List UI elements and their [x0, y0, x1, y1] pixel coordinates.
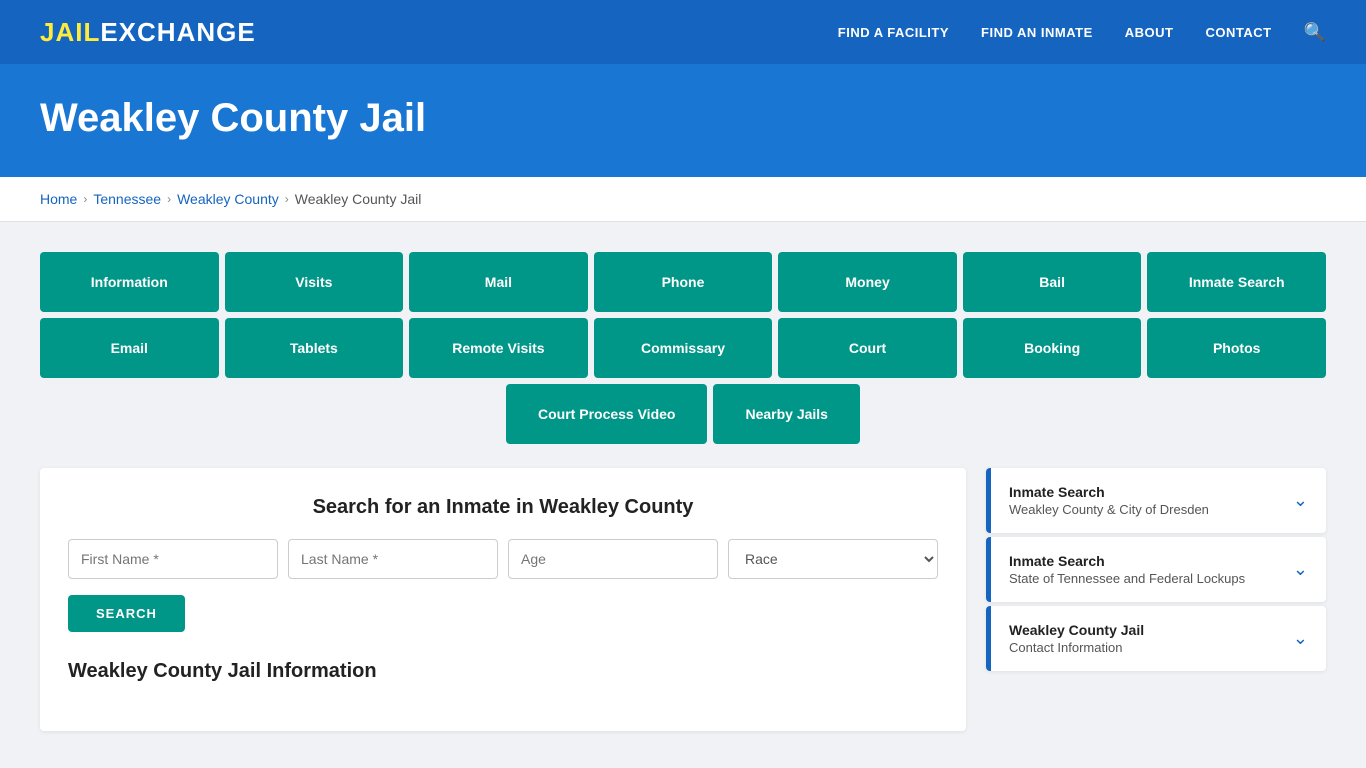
btn-remote-visits[interactable]: Remote Visits: [409, 318, 588, 378]
btn-visits[interactable]: Visits: [225, 252, 404, 312]
chevron-down-icon-1: ⌄: [1293, 559, 1308, 580]
age-input[interactable]: [508, 539, 718, 579]
inmate-search-button[interactable]: SEARCH: [68, 595, 185, 632]
inmate-search-title: Search for an Inmate in Weakley County: [68, 496, 938, 519]
header: JAILEXCHANGE FIND A FACILITY FIND AN INM…: [0, 0, 1366, 64]
btn-nearby-jails[interactable]: Nearby Jails: [713, 384, 860, 444]
page-title: Weakley County Jail: [40, 96, 1326, 141]
btn-tablets[interactable]: Tablets: [225, 318, 404, 378]
first-name-input[interactable]: [68, 539, 278, 579]
last-name-input[interactable]: [288, 539, 498, 579]
button-grid-row2: Email Tablets Remote Visits Commissary C…: [40, 318, 1326, 378]
btn-commissary[interactable]: Commissary: [594, 318, 773, 378]
content-layout: Search for an Inmate in Weakley County R…: [40, 468, 1326, 731]
sidebar-card-title-2: Weakley County Jail: [1009, 622, 1144, 638]
button-grid-row1: Information Visits Mail Phone Money Bail…: [40, 252, 1326, 312]
sidebar-card-title-1: Inmate Search: [1009, 553, 1245, 569]
btn-mail[interactable]: Mail: [409, 252, 588, 312]
sidebar-card-subtitle-0: Weakley County & City of Dresden: [1009, 502, 1209, 517]
sidebar-card-header-1[interactable]: Inmate Search State of Tennessee and Fed…: [986, 537, 1326, 602]
sidebar-card-subtitle-2: Contact Information: [1009, 640, 1144, 655]
btn-photos[interactable]: Photos: [1147, 318, 1326, 378]
breadcrumb: Home › Tennessee › Weakley County › Weak…: [0, 177, 1366, 222]
race-select[interactable]: Race White Black Hispanic Asian Other: [728, 539, 938, 579]
nav-about[interactable]: ABOUT: [1125, 25, 1174, 40]
btn-email[interactable]: Email: [40, 318, 219, 378]
breadcrumb-current: Weakley County Jail: [295, 191, 422, 207]
sidebar-card-header-0[interactable]: Inmate Search Weakley County & City of D…: [986, 468, 1326, 533]
main-nav: FIND A FACILITY FIND AN INMATE ABOUT CON…: [838, 22, 1326, 43]
logo-exchange: EXCHANGE: [100, 17, 255, 47]
left-panel: Search for an Inmate in Weakley County R…: [40, 468, 966, 731]
breadcrumb-sep-1: ›: [83, 192, 87, 206]
btn-bail[interactable]: Bail: [963, 252, 1142, 312]
chevron-down-icon-2: ⌄: [1293, 628, 1308, 649]
sidebar-card-header-2[interactable]: Weakley County Jail Contact Information …: [986, 606, 1326, 671]
btn-court[interactable]: Court: [778, 318, 957, 378]
search-icon-button[interactable]: 🔍: [1304, 22, 1326, 43]
main-content: Information Visits Mail Phone Money Bail…: [0, 222, 1366, 761]
sidebar-card-subtitle-1: State of Tennessee and Federal Lockups: [1009, 571, 1245, 586]
btn-booking[interactable]: Booking: [963, 318, 1142, 378]
inmate-search-form: Race White Black Hispanic Asian Other: [68, 539, 938, 579]
logo-jail: JAIL: [40, 17, 100, 47]
btn-information[interactable]: Information: [40, 252, 219, 312]
button-grid-row3: Court Process Video Nearby Jails: [40, 384, 1326, 444]
nav-find-facility[interactable]: FIND A FACILITY: [838, 25, 949, 40]
breadcrumb-sep-3: ›: [285, 192, 289, 206]
breadcrumb-weakley-county[interactable]: Weakley County: [177, 191, 279, 207]
sidebar-card-2: Weakley County Jail Contact Information …: [986, 606, 1326, 671]
btn-phone[interactable]: Phone: [594, 252, 773, 312]
right-panel: Inmate Search Weakley County & City of D…: [986, 468, 1326, 731]
breadcrumb-sep-2: ›: [167, 192, 171, 206]
nav-find-inmate[interactable]: FIND AN INMATE: [981, 25, 1093, 40]
info-section-title: Weakley County Jail Information: [68, 660, 938, 683]
breadcrumb-home[interactable]: Home: [40, 191, 77, 207]
btn-court-process-video[interactable]: Court Process Video: [506, 384, 707, 444]
sidebar-card-title-0: Inmate Search: [1009, 484, 1209, 500]
sidebar-card-1: Inmate Search State of Tennessee and Fed…: [986, 537, 1326, 602]
nav-contact[interactable]: CONTACT: [1205, 25, 1271, 40]
btn-money[interactable]: Money: [778, 252, 957, 312]
chevron-down-icon-0: ⌄: [1293, 490, 1308, 511]
breadcrumb-tennessee[interactable]: Tennessee: [93, 191, 161, 207]
btn-inmate-search[interactable]: Inmate Search: [1147, 252, 1326, 312]
hero-banner: Weakley County Jail: [0, 64, 1366, 177]
logo[interactable]: JAILEXCHANGE: [40, 17, 256, 48]
sidebar-card-0: Inmate Search Weakley County & City of D…: [986, 468, 1326, 533]
